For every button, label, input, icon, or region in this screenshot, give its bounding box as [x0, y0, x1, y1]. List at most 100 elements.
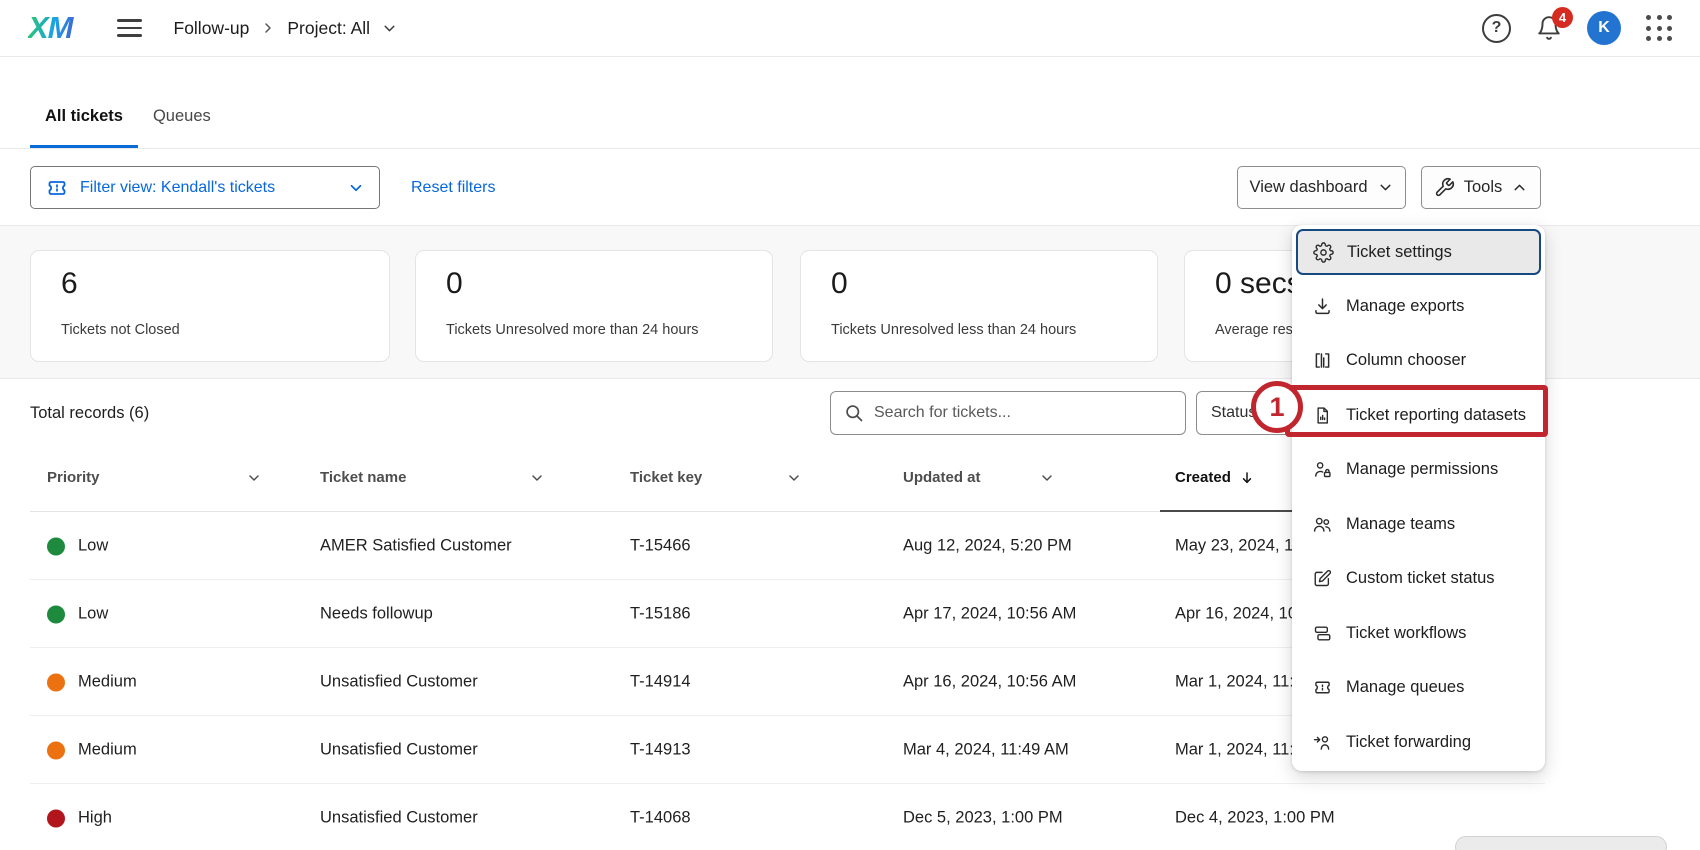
- menu-item-label: Manage teams: [1346, 515, 1455, 534]
- menu-item-label: Manage permissions: [1346, 460, 1498, 479]
- menu-item-label: Manage queues: [1346, 678, 1464, 697]
- app-switcher-icon[interactable]: [1646, 15, 1672, 41]
- stat-label: Tickets not Closed: [61, 322, 359, 338]
- notification-count-badge: 4: [1552, 7, 1573, 28]
- notifications-bell-icon[interactable]: 4: [1536, 15, 1562, 41]
- priority-dot-high: [47, 809, 65, 827]
- menu-item-manage-queues[interactable]: Manage queues: [1292, 661, 1545, 716]
- menu-item-column-chooser[interactable]: Column chooser: [1292, 334, 1545, 389]
- view-dashboard-button[interactable]: View dashboard: [1237, 166, 1406, 209]
- topbar-actions: ? 4 K: [1482, 11, 1672, 45]
- priority-cell: Medium: [47, 673, 137, 692]
- priority-cell: Low: [47, 605, 108, 624]
- menu-item-ticket-reporting-datasets[interactable]: Ticket reporting datasets: [1292, 388, 1545, 443]
- breadcrumb-project[interactable]: Project: All: [287, 18, 370, 39]
- updated-at-cell: Apr 16, 2024, 10:56 AM: [903, 673, 1076, 692]
- people-icon: [1312, 514, 1333, 535]
- forward-person-icon: [1312, 732, 1333, 753]
- report-document-icon: [1312, 405, 1333, 426]
- priority-label: Medium: [78, 673, 137, 692]
- menu-item-ticket-forwarding[interactable]: Ticket forwarding: [1292, 715, 1545, 770]
- search-input[interactable]: [874, 404, 1172, 422]
- ticket-name-cell[interactable]: Unsatisfied Customer: [320, 809, 478, 828]
- ticket-name-cell[interactable]: AMER Satisfied Customer: [320, 537, 512, 556]
- ticket-name-cell[interactable]: Needs followup: [320, 605, 433, 624]
- column-header-created-sorted[interactable]: Created: [1175, 469, 1255, 486]
- reset-filters-link[interactable]: Reset filters: [411, 179, 495, 197]
- ticket-key-cell: T-14913: [630, 741, 691, 760]
- chevron-down-icon[interactable]: [529, 470, 545, 486]
- gear-icon: [1313, 242, 1334, 263]
- chevron-down-icon: [1377, 179, 1394, 196]
- tab-queues[interactable]: Queues: [138, 97, 226, 148]
- menu-item-ticket-workflows[interactable]: Ticket workflows: [1292, 606, 1545, 661]
- menu-item-label: Manage exports: [1346, 297, 1464, 316]
- stat-label: Tickets Unresolved more than 24 hours: [446, 322, 742, 338]
- xm-logo[interactable]: XM: [28, 10, 77, 46]
- ticket-icon: [1312, 677, 1333, 698]
- updated-at-cell: Apr 17, 2024, 10:56 AM: [903, 605, 1076, 624]
- horizontal-scrollbar[interactable]: [1455, 836, 1667, 850]
- created-cell: Dec 4, 2023, 1:00 PM: [1175, 809, 1335, 828]
- column-label: Ticket key: [630, 469, 702, 486]
- search-icon: [844, 403, 864, 423]
- menu-item-custom-ticket-status[interactable]: Custom ticket status: [1292, 552, 1545, 607]
- menu-item-manage-teams[interactable]: Manage teams: [1292, 497, 1545, 552]
- updated-at-cell: Mar 4, 2024, 11:49 AM: [903, 741, 1069, 760]
- tools-label: Tools: [1464, 178, 1503, 197]
- menu-item-label: Ticket settings: [1347, 243, 1452, 262]
- chevron-down-icon[interactable]: [1039, 470, 1055, 486]
- user-avatar[interactable]: K: [1587, 11, 1621, 45]
- ticket-key-cell: T-15466: [630, 537, 691, 556]
- stat-card-unresolved-more-24h: 0 Tickets Unresolved more than 24 hours: [415, 250, 773, 362]
- table-row[interactable]: High Unsatisfied Customer T-14068 Dec 5,…: [0, 784, 1700, 850]
- ticket-key-cell: T-14914: [630, 673, 691, 692]
- menu-item-manage-exports[interactable]: Manage exports: [1292, 279, 1545, 334]
- filter-view-dropdown[interactable]: Filter view: Kendall's tickets: [30, 166, 380, 209]
- tab-all-tickets[interactable]: All tickets: [30, 97, 138, 148]
- column-header-priority[interactable]: Priority: [47, 469, 262, 486]
- filter-view-label: Filter view: Kendall's tickets: [80, 179, 275, 197]
- ticket-name-cell[interactable]: Unsatisfied Customer: [320, 673, 478, 692]
- column-label: Created: [1175, 469, 1231, 486]
- tools-button[interactable]: Tools: [1421, 166, 1541, 209]
- chevron-up-icon: [1511, 179, 1528, 196]
- total-records-label: Total records (6): [30, 404, 149, 423]
- priority-dot-low: [47, 605, 65, 623]
- column-header-ticket-key[interactable]: Ticket key: [630, 469, 802, 486]
- menu-item-label: Ticket workflows: [1346, 624, 1466, 643]
- ticket-icon: [45, 176, 69, 200]
- view-dashboard-label: View dashboard: [1249, 178, 1367, 197]
- columns-icon: [1312, 350, 1333, 371]
- breadcrumb: Follow-up Project: All: [174, 18, 399, 39]
- top-navigation-bar: XM Follow-up Project: All ? 4 K: [0, 0, 1700, 57]
- stat-value: 0: [831, 267, 1127, 301]
- workflow-icon: [1312, 623, 1333, 644]
- breadcrumb-program[interactable]: Follow-up: [174, 18, 250, 39]
- menu-item-label: Ticket reporting datasets: [1346, 406, 1526, 425]
- stat-card-not-closed: 6 Tickets not Closed: [30, 250, 390, 362]
- menu-item-manage-permissions[interactable]: Manage permissions: [1292, 443, 1545, 498]
- annotation-step-number: 1: [1251, 381, 1303, 433]
- column-header-ticket-name[interactable]: Ticket name: [320, 469, 545, 486]
- tickets-tabs: All tickets Queues: [30, 97, 226, 148]
- priority-label: Low: [78, 537, 108, 556]
- menu-item-ticket-settings[interactable]: Ticket settings: [1296, 229, 1541, 275]
- priority-dot-medium: [47, 741, 65, 759]
- download-icon: [1312, 296, 1333, 317]
- person-lock-icon: [1312, 459, 1333, 480]
- chevron-down-icon[interactable]: [246, 470, 262, 486]
- chevron-down-icon[interactable]: [786, 470, 802, 486]
- help-icon[interactable]: ?: [1482, 14, 1511, 43]
- priority-label: Medium: [78, 741, 137, 760]
- tickets-page: XM Follow-up Project: All ? 4 K All t: [0, 0, 1700, 850]
- priority-cell: Medium: [47, 741, 137, 760]
- ticket-key-cell: T-15186: [630, 605, 691, 624]
- priority-label: High: [78, 809, 112, 828]
- ticket-name-cell[interactable]: Unsatisfied Customer: [320, 741, 478, 760]
- column-header-updated-at[interactable]: Updated at: [903, 469, 1055, 486]
- hamburger-menu-icon[interactable]: [117, 19, 142, 37]
- chevron-down-icon[interactable]: [381, 20, 398, 37]
- stat-value: 0: [446, 267, 742, 301]
- priority-cell: High: [47, 809, 112, 828]
